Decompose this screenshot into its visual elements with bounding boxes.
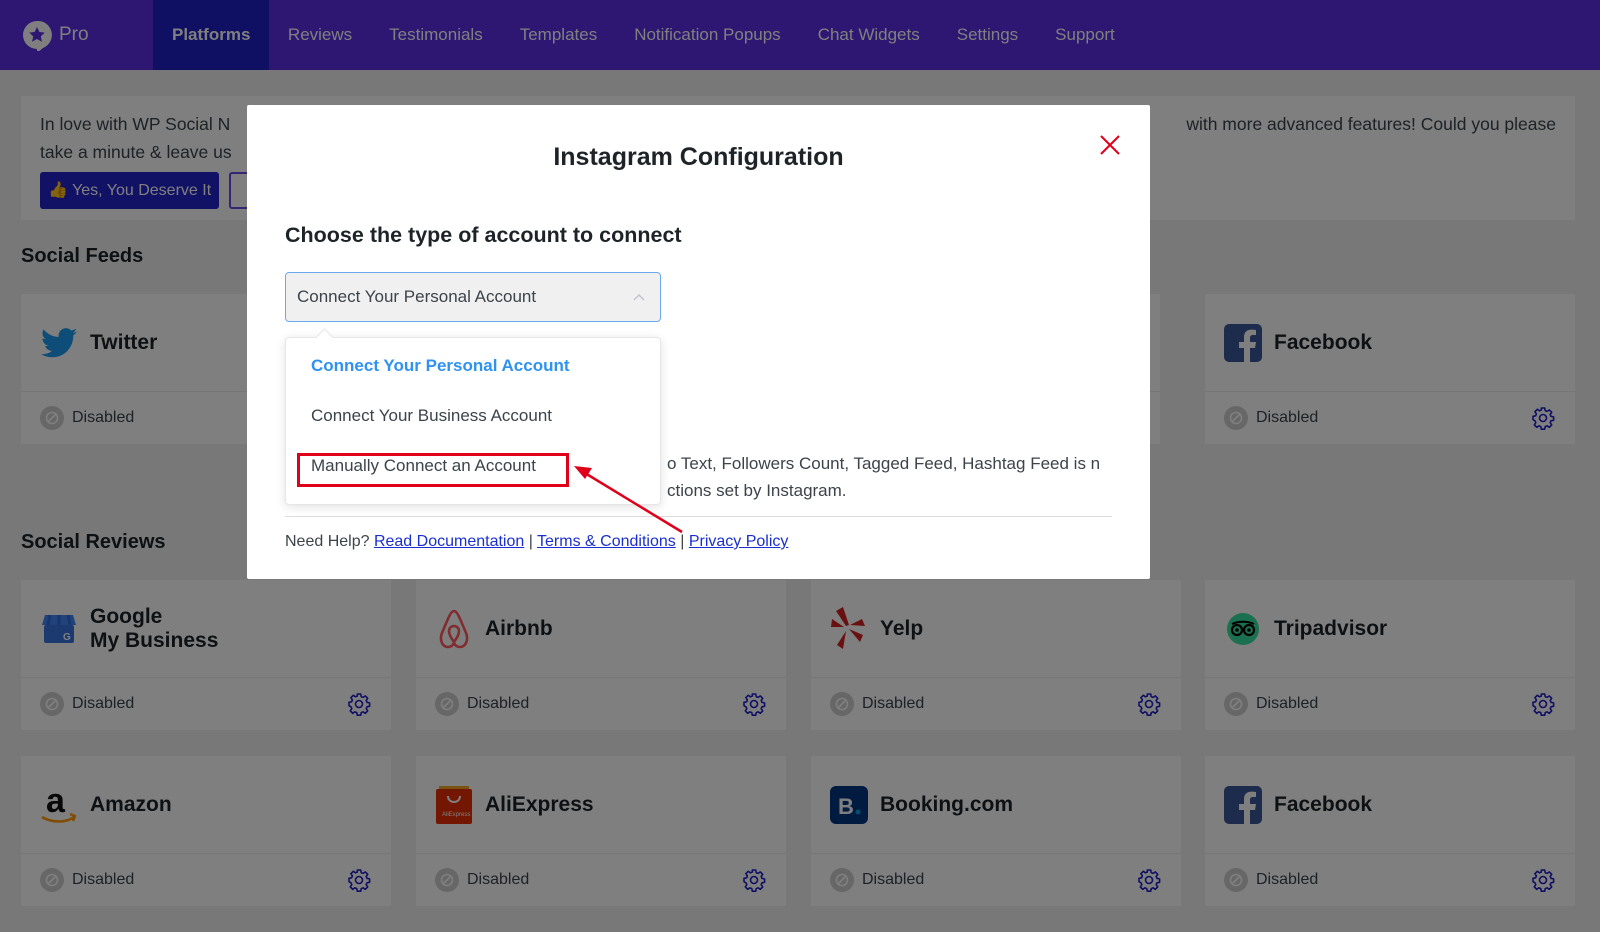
chevron-up-icon (633, 293, 645, 301)
select-value: Connect Your Personal Account (297, 287, 537, 306)
modal-title: Instagram Configuration (553, 143, 844, 171)
option-business-account[interactable]: Connect Your Business Account (311, 406, 552, 426)
account-type-select[interactable]: Connect Your Personal Account (285, 272, 661, 322)
divider (285, 516, 1112, 517)
instagram-config-modal: Instagram Configuration Choose the type … (247, 105, 1150, 579)
option-manual-connect[interactable]: Manually Connect an Account (311, 456, 536, 476)
need-help-label: Need Help? (285, 533, 370, 550)
read-documentation-link[interactable]: Read Documentation (374, 533, 524, 550)
account-type-dropdown: Connect Your Personal Account Connect Yo… (285, 337, 661, 505)
note-line1: o Text, Followers Count, Tagged Feed, Ha… (667, 454, 1101, 473)
separator: | (680, 533, 685, 550)
note-line2: ctions set by Instagram. (667, 481, 847, 500)
instagram-limitations-note: o Text, Followers Count, Tagged Feed, Ha… (667, 450, 1137, 504)
close-icon[interactable] (1097, 132, 1123, 158)
option-personal-account[interactable]: Connect Your Personal Account (311, 356, 570, 376)
account-type-heading: Choose the type of account to connect (285, 223, 682, 247)
privacy-policy-link[interactable]: Privacy Policy (689, 533, 789, 550)
terms-conditions-link[interactable]: Terms & Conditions (537, 533, 676, 550)
separator: | (528, 533, 533, 550)
modal-footer: Need Help? Read Documentation | Terms & … (285, 533, 788, 551)
